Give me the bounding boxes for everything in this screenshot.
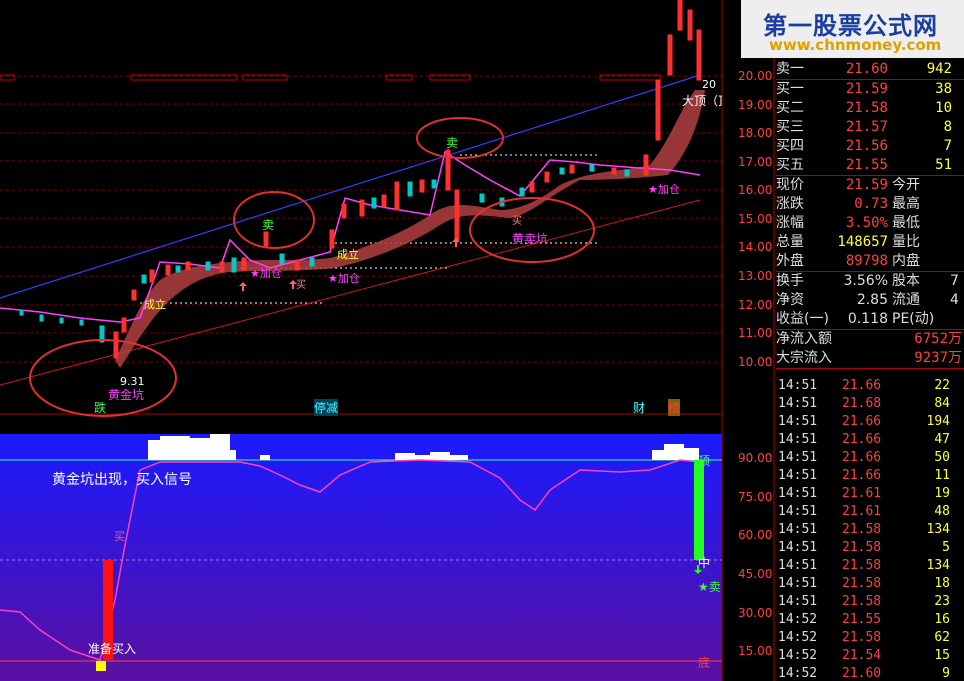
buy-row: 买四 21.56 7 (776, 138, 952, 154)
price-grid (0, 75, 722, 363)
signal-text: 黄金坑出现，买入信号 (52, 472, 192, 488)
stat-row: 总量 148657 量比 (776, 234, 920, 250)
buy-row: 买二 21.58 10 (776, 100, 952, 116)
price-tick: 19.00 (738, 98, 773, 112)
sell-signal-label: 卖 (446, 136, 459, 150)
trade-row: 14:51 21.66 11 (778, 468, 950, 483)
mid-mark: 中 (698, 556, 711, 570)
low-price-label: 9.31 (120, 375, 145, 388)
sell1-vol: 942 (926, 61, 952, 77)
formed-label: 成立 (337, 248, 359, 261)
price-tick: 11.00 (738, 326, 773, 340)
flow-row: 大宗流入 9237万 (776, 350, 962, 366)
tag-tingjian: 停减 (314, 399, 339, 416)
buy-label: 买 (512, 216, 522, 227)
trade-row: 14:51 21.58 134 (778, 558, 950, 573)
trade-row: 14:51 21.66 194 (778, 414, 950, 429)
indicator-tick: 75.00 (738, 490, 773, 504)
trade-row: 14:51 21.58 18 (778, 576, 950, 591)
stat-row: 涨幅 3.50% 最低 (776, 215, 920, 231)
price-tick: 12.00 (738, 298, 773, 312)
stat2-row: 净资 2.85 流通 4 (776, 292, 959, 308)
trade-row: 14:52 21.58 62 (778, 630, 950, 645)
price-tick: 13.00 (738, 269, 773, 283)
trade-row: 14:51 21.58 134 (778, 522, 950, 537)
buy-row: 买一 21.59 38 (776, 81, 952, 97)
stat-row: 现价 21.59 今开 (776, 177, 920, 193)
sell-signal-label: 卖 (262, 218, 275, 232)
trend-line-upper (0, 74, 701, 299)
watermark-url: www.chnmoney.com (769, 36, 942, 54)
formed-label: 成立 (144, 298, 166, 311)
trade-row: 14:51 21.66 47 (778, 432, 950, 447)
trade-row: 14:51 21.58 5 (778, 540, 950, 555)
watermark-banner: 第一股票公式网 www.chnmoney.com (741, 0, 964, 58)
gold-pit-label: 黄金坑 (108, 388, 145, 402)
bottom-mark: 底 (698, 656, 711, 670)
buy-mark: 买 (114, 530, 125, 543)
sell-mark: ★卖 (698, 580, 721, 594)
add-position-label: ★加仓 (648, 183, 680, 196)
stat2-row: 收益(一) 0.118 PE(动) (776, 311, 935, 327)
indicator-tick: 30.00 (738, 606, 773, 620)
big-top-label: 大顶（顶 (682, 94, 722, 108)
buy-row: 买三 21.57 8 (776, 119, 952, 135)
big-top-value: 20 (702, 78, 716, 91)
price-tick: 18.00 (738, 126, 773, 140)
price-tick: 16.00 (738, 183, 773, 197)
stat2-row: 换手 3.56% 股本 7 (776, 273, 959, 289)
indicator-tick: 90.00 (738, 451, 773, 465)
trade-row: 14:52 21.54 15 (778, 648, 950, 663)
prepare-buy-bar (96, 661, 106, 671)
prepare-buy-label: 准备买入 (88, 642, 137, 656)
stat-row: 涨跌 0.73 最高 (776, 196, 920, 212)
price-tick: 15.00 (738, 212, 773, 226)
trend-line-lower (0, 199, 701, 386)
price-tick: 17.00 (738, 155, 773, 169)
trend-ribbon (115, 90, 705, 368)
price-tick: 20.00 (738, 69, 773, 83)
price-tick: 10.00 (738, 355, 773, 369)
gold-sell-pit-label: 黄卖坑 (512, 232, 549, 246)
sell1-row: 卖一 21.60 942 (776, 60, 964, 79)
buy-row: 买五 21.55 51 (776, 157, 952, 173)
add-position-label: ★加仓 (250, 267, 282, 280)
trade-row: 14:51 21.61 48 (778, 504, 950, 519)
indicator-tick: 15.00 (738, 644, 773, 658)
trade-row: 14:51 21.68 84 (778, 396, 950, 411)
trade-row: 14:52 21.60 9 (778, 666, 950, 681)
trade-row: 14:51 21.66 50 (778, 450, 950, 465)
sell-signal-bar (694, 460, 704, 560)
trade-row: 14:51 21.61 19 (778, 486, 950, 501)
indicator-tick: 60.00 (738, 528, 773, 542)
sell1-price: 21.60 (845, 61, 888, 77)
sell1-label: 卖一 (776, 61, 804, 77)
flow-row: 净流入额 6752万 (776, 331, 962, 347)
trade-row: 14:52 21.55 16 (778, 612, 950, 627)
buy-label: 买 (296, 280, 306, 291)
trade-row: 14:51 21.66 22 (778, 378, 950, 393)
price-tick: 14.00 (738, 240, 773, 254)
tag-bang: 榜 (668, 399, 681, 416)
top-mark: 顶 (698, 454, 711, 468)
add-position-label: ★加仓 (328, 272, 360, 285)
quote-panel: 卖一 21.60 942 买一 21.59 38 买二 21.58 10 买三 … (776, 60, 964, 369)
trade-row: 14:51 21.58 23 (778, 594, 950, 609)
stat-row: 外盘 89798 内盘 (776, 253, 920, 269)
trade-list[interactable]: 14:51 21.66 22 14:51 21.68 84 14:51 21.66 194 … (778, 377, 964, 681)
tag-die: 跌 (94, 401, 107, 415)
indicator-tick: 45.00 (738, 567, 773, 581)
tag-cai: 财 (633, 401, 646, 415)
